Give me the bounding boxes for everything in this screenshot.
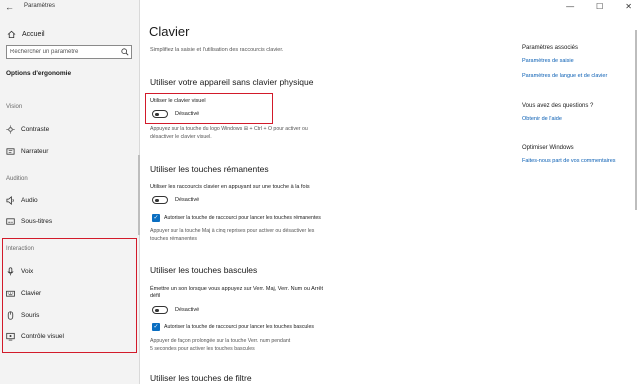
minimize-icon[interactable]: —: [566, 2, 574, 11]
close-icon[interactable]: ✕: [625, 2, 632, 11]
section-heading-physical-keyboard: Utiliser votre appareil sans clavier phy…: [150, 77, 314, 87]
main-scrollbar[interactable]: [635, 30, 637, 210]
sidebar-item-audio[interactable]: Audio: [6, 194, 134, 206]
toggle-state-label: Désactivé: [175, 307, 200, 313]
link-language-keyboard-settings[interactable]: Paramètres de langue et de clavier: [522, 73, 607, 79]
checkbox-label: Autoriser la touche de raccourci pour la…: [164, 215, 321, 221]
search-placeholder: Rechercher un paramètre: [10, 49, 79, 55]
sticky-keys-label: Utiliser les raccourcis clavier en appuy…: [150, 184, 310, 190]
toggle-keys-label: Émettre un son lorsque vous appuyez sur …: [150, 286, 324, 292]
toggle-keys-toggle[interactable]: [152, 306, 168, 314]
help-text-line: touches rémanentes: [150, 236, 198, 242]
sidebar-item-label: Audio: [21, 196, 38, 204]
sticky-keys-toggle[interactable]: [152, 196, 168, 204]
group-label-vision: Vision: [6, 104, 23, 110]
checkbox-label: Autoriser la touche de raccourci pour la…: [164, 324, 314, 330]
sidebar-item-label: Contraste: [21, 125, 50, 133]
contrast-icon: [6, 124, 15, 134]
optimize-title: Optimiser Windows: [522, 145, 574, 151]
home-label: Accueil: [22, 30, 45, 38]
titlebar-left: ← Paramètres: [0, 0, 140, 14]
help-text-line: 5 secondes pour activer les touches basc…: [150, 346, 255, 352]
help-text-line: désactiver le clavier visuel.: [150, 134, 212, 140]
related-settings-title: Paramètres associés: [522, 45, 579, 51]
help-text-line: Appuyez sur la touche du logo Windows ⊞ …: [150, 126, 308, 132]
help-text-line: Appuyer sur la touche Maj à cinq reprise…: [150, 228, 315, 234]
toggle-knob: [155, 308, 159, 312]
section-heading-sticky-keys: Utiliser les touches rémanentes: [150, 164, 269, 174]
captions-icon: [6, 217, 15, 226]
link-typing-settings[interactable]: Paramètres de saisie: [522, 58, 574, 64]
app-title: Paramètres: [24, 3, 56, 9]
group-label-audition: Audition: [6, 176, 28, 182]
search-input[interactable]: Rechercher un paramètre: [6, 45, 132, 59]
maximize-icon[interactable]: ☐: [596, 2, 603, 11]
home-icon: [6, 29, 16, 39]
sidebar-item-label: Sous-titres: [21, 217, 53, 225]
window-controls: — ☐ ✕: [566, 2, 632, 11]
toggle-state-label: Désactivé: [175, 197, 200, 203]
questions-title: Vous avez des questions ?: [522, 103, 594, 109]
sidebar-item-sous-titres[interactable]: Sous-titres: [6, 215, 134, 227]
link-get-help[interactable]: Obtenir de l'aide: [522, 116, 562, 122]
sidebar-item-contraste[interactable]: Contraste: [6, 123, 134, 135]
narrator-icon: [6, 147, 15, 156]
toggle-knob: [155, 198, 159, 202]
help-text-line: Appuyer de façon prolongée sur la touche…: [150, 338, 291, 344]
search-icon[interactable]: [119, 46, 131, 58]
section-heading-filter-keys: Utiliser les touches de filtre: [150, 373, 252, 383]
main-content: — ☐ ✕ Clavier Simplifiez la saisie et l'…: [140, 0, 640, 384]
sidebar-item-home[interactable]: Accueil: [6, 28, 45, 40]
section-heading-toggle-keys: Utiliser les touches bascules: [150, 265, 258, 275]
highlight-box-interaction: [2, 238, 137, 353]
sidebar-section-title: Options d'ergonomie: [6, 70, 72, 77]
toggle-keys-shortcut-checkbox[interactable]: ✓: [152, 323, 160, 331]
link-feedback[interactable]: Faites-nous part de vos commentaires: [522, 158, 616, 164]
sticky-keys-shortcut-checkbox[interactable]: ✓: [152, 214, 160, 222]
page-title: Clavier: [149, 24, 190, 39]
speaker-icon: [6, 195, 15, 205]
highlight-box-on-screen-keyboard: [145, 93, 273, 124]
page-description: Simplifiez la saisie et l'utilisation de…: [150, 47, 284, 53]
toggle-keys-label: défil: [150, 293, 161, 299]
back-arrow-icon[interactable]: ←: [5, 1, 14, 13]
sidebar-item-narrateur[interactable]: Narrateur: [6, 145, 134, 157]
sidebar-item-label: Narrateur: [21, 147, 49, 155]
